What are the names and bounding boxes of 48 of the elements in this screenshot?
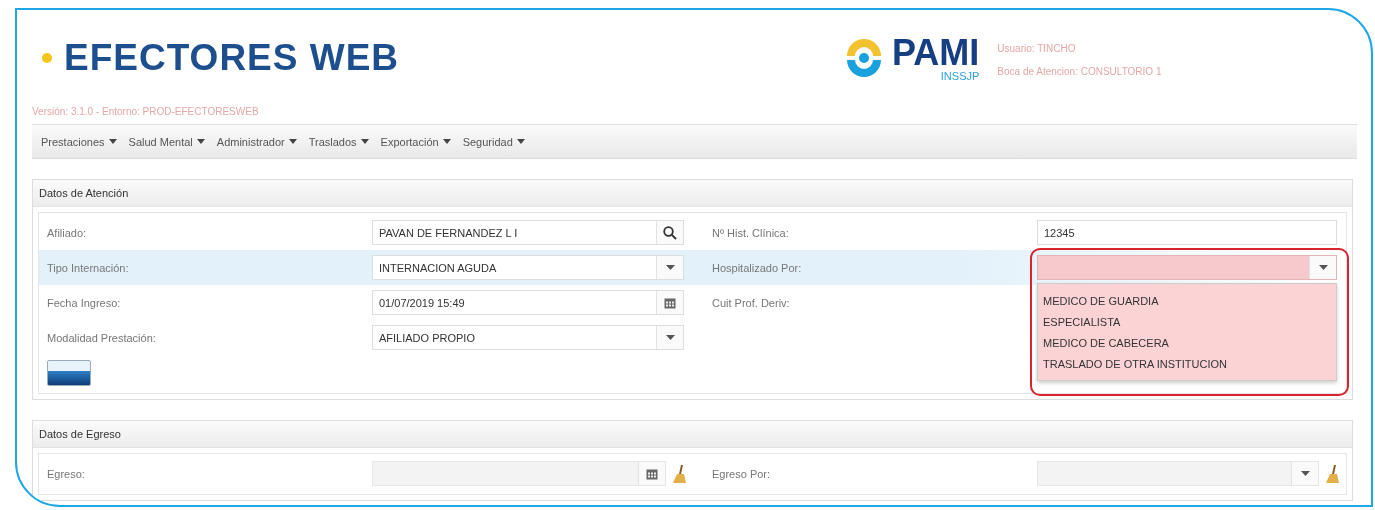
menu-item[interactable]: Salud Mental <box>123 131 210 152</box>
caret-icon <box>108 139 117 144</box>
calendar-icon <box>646 467 658 480</box>
field-label: Hospitalizado Por: <box>712 261 802 274</box>
menu-item[interactable]: Exportación <box>375 131 456 152</box>
menu-item[interactable]: Traslados <box>303 131 374 152</box>
version-text: Versión: 3.1.0 - Entorno: PROD-EFECTORESWEB <box>32 106 260 119</box>
input-field[interactable]: PAVAN DE FERNANDEZ L I <box>372 220 684 245</box>
menu-item[interactable]: Administrador <box>211 131 302 152</box>
caret-icon <box>665 335 675 340</box>
caret-icon <box>665 265 675 270</box>
field-label: Afiliado: <box>47 226 87 239</box>
field-label: Nº Hist. Clínica: <box>712 226 789 239</box>
dot-icon <box>42 53 52 63</box>
menu-item[interactable]: Prestaciones <box>36 131 122 152</box>
dropdown-option[interactable]: MEDICO DE CABECERA <box>1038 333 1336 354</box>
caret-icon <box>516 139 525 144</box>
field-label: Egreso Por: <box>712 467 771 480</box>
field-label: Modalidad Prestación: <box>47 331 156 344</box>
field-label: Cuit Prof. Deriv: <box>712 296 790 309</box>
dropdown-option[interactable]: TRASLADO DE OTRA INSTITUCION <box>1038 354 1336 375</box>
card-button[interactable] <box>47 359 91 386</box>
caret-icon <box>360 139 369 144</box>
dropdown[interactable] <box>1037 255 1337 280</box>
service-point: Boca de Atencion: CONSULTORIO 1 <box>997 66 1162 77</box>
caret-icon <box>442 139 451 144</box>
menu-item[interactable]: Seguridad <box>457 131 530 152</box>
panel-title: Datos de Egreso <box>33 421 1352 448</box>
brand-subtitle: INSSJP <box>940 70 980 82</box>
brand-name: PAMI <box>892 34 980 71</box>
dropdown-option[interactable]: ESPECIALISTA <box>1038 312 1336 333</box>
user-name: Usuario: TINCHO <box>997 43 1077 54</box>
caret-icon <box>1300 471 1310 476</box>
panel-title: Datos de Atención <box>33 180 1352 207</box>
app-title: EFECTORES WEB <box>64 37 400 79</box>
caret-icon <box>1318 265 1328 270</box>
field-label: Egreso: <box>47 467 85 480</box>
dropdown[interactable]: AFILIADO PROPIO <box>372 325 684 350</box>
dropdown-option[interactable]: MEDICO DE GUARDIA <box>1038 291 1336 312</box>
calendar-icon <box>664 296 676 309</box>
caret-icon <box>196 139 205 144</box>
field-label: Tipo Internación: <box>47 261 129 274</box>
search-icon <box>663 225 677 240</box>
caret-icon <box>288 139 297 144</box>
field-label: Fecha Ingreso: <box>47 296 121 309</box>
input-field[interactable]: 12345 <box>1037 220 1337 245</box>
input-field[interactable]: 01/07/2019 15:49 <box>372 290 684 315</box>
dropdown[interactable]: INTERNACION AGUDA <box>372 255 684 280</box>
